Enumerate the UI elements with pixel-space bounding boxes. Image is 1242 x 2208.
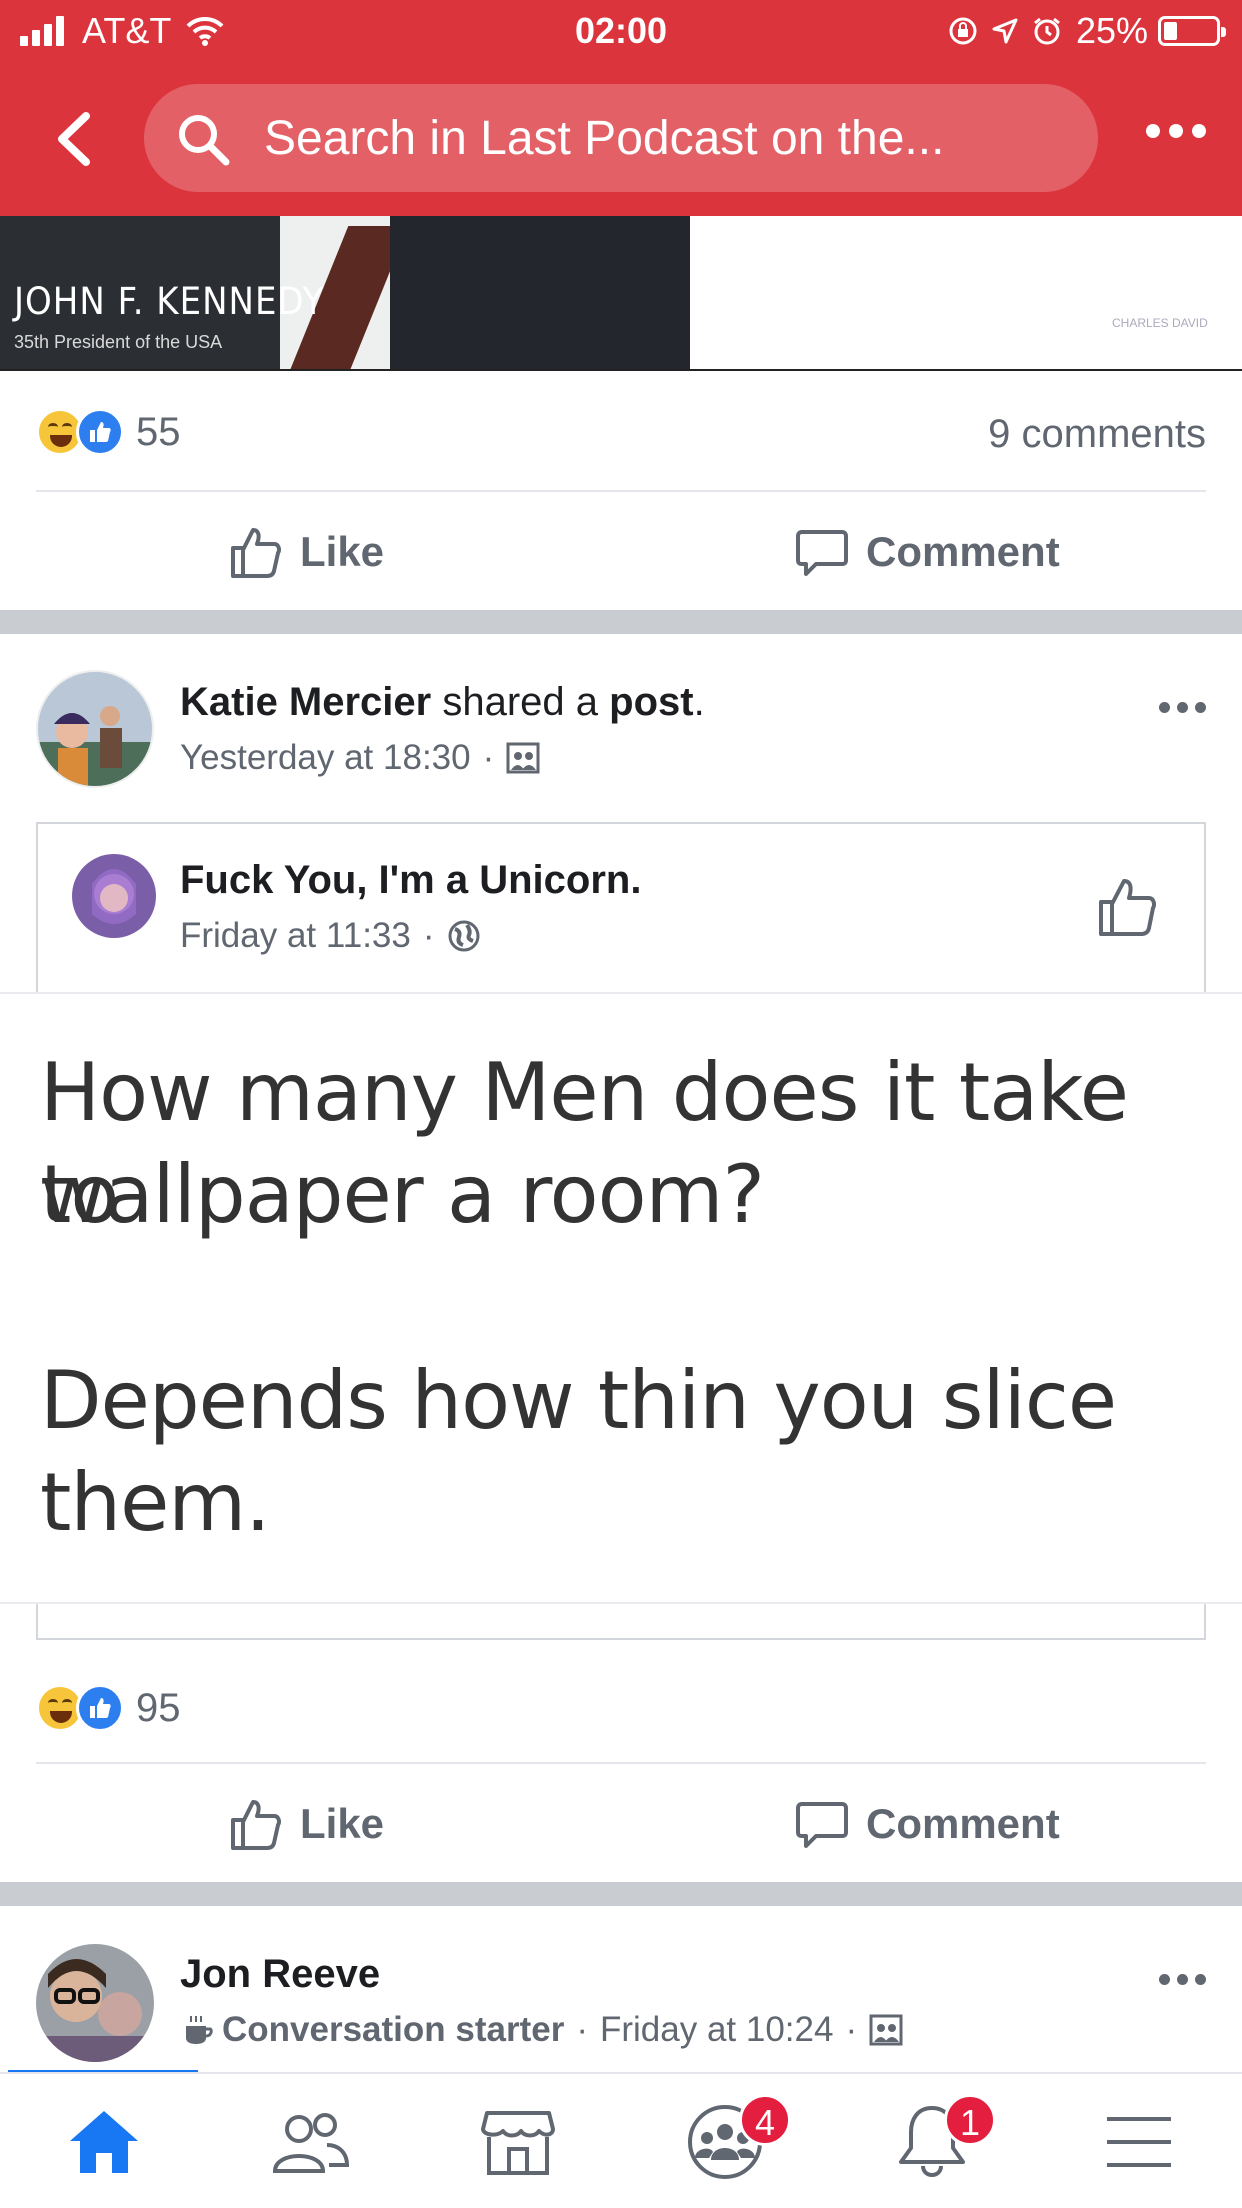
meta-separator: · — [576, 2010, 588, 2049]
home-icon — [69, 2111, 138, 2173]
avatar-katie-mercier[interactable] — [36, 670, 154, 788]
tab-marketplace[interactable] — [414, 2074, 621, 2208]
comment-label: Comment — [866, 1800, 1060, 1847]
divider — [36, 1762, 1206, 1764]
meta-separator: · — [845, 2010, 858, 2049]
friends-icon — [272, 2113, 349, 2173]
top-header: AT&T 02:00 25% — [0, 0, 1242, 216]
comment-label: Comment — [866, 528, 1060, 575]
original-page-label: Fuck You, I'm a Unicorn. — [180, 858, 642, 902]
search-bar[interactable] — [144, 84, 1098, 192]
coffee-cup-icon — [186, 2016, 213, 2044]
comment-bubble-icon — [796, 530, 848, 576]
thumbs-up-icon — [231, 1800, 281, 1850]
marketplace-icon — [480, 2111, 555, 2175]
post-meta: Conversation starter · Friday at 10:24 · — [180, 2010, 903, 2050]
thumbs-up-icon — [231, 528, 281, 578]
post-author-line: Jon Reeve — [180, 1952, 380, 1997]
original-page-name[interactable]: Fuck You, I'm a Unicorn. — [180, 858, 641, 903]
like-page-icon[interactable] — [1096, 876, 1160, 938]
original-post-meta: Friday at 11:33 · — [180, 916, 481, 956]
like-button[interactable]: Like — [228, 502, 384, 602]
quote-line-4: them. — [40, 1456, 271, 1549]
back-chevron-icon[interactable] — [44, 104, 104, 174]
search-icon — [179, 115, 230, 166]
reaction-count: 95 — [136, 1685, 181, 1730]
comments-count[interactable]: 9 comments — [988, 412, 1206, 457]
shared-post-link[interactable]: post — [609, 680, 693, 724]
image-caption-title: JOHN F. KENNEDY — [14, 280, 325, 324]
battery-icon — [1158, 16, 1226, 46]
alarm-icon — [1032, 16, 1062, 46]
more-options-icon[interactable] — [1137, 124, 1206, 138]
group-audience-icon — [506, 742, 540, 774]
like-label: Like — [300, 528, 385, 575]
period: . — [693, 680, 705, 724]
post-timestamp[interactable]: Yesterday at 18:30 — [180, 738, 471, 778]
post-image[interactable]: JOHN F. KENNEDY 35th President of the US… — [0, 216, 1242, 371]
reactions-summary[interactable]: 55 9 comments — [36, 400, 1206, 460]
image-credit: CHARLES DAVID — [1112, 316, 1208, 330]
meta-separator: · — [482, 738, 495, 777]
post-actions: Like Comment — [0, 502, 1242, 602]
comment-button[interactable]: Comment — [794, 1774, 1060, 1874]
like-button[interactable]: Like — [228, 1774, 384, 1874]
avatar-unicorn-page[interactable] — [72, 854, 156, 938]
divider — [36, 490, 1206, 492]
like-label: Like — [300, 1800, 385, 1847]
like-reaction-icon — [76, 408, 124, 456]
group-audience-icon — [869, 2014, 903, 2046]
groups-badge: 4 — [739, 2094, 791, 2146]
post-meta: Yesterday at 18:30 · — [180, 738, 540, 778]
original-timestamp[interactable]: Friday at 11:33 — [180, 916, 411, 956]
comment-bubble-icon — [796, 1802, 848, 1848]
bottom-tab-bar: 4 1 — [0, 2072, 1242, 2208]
quote-line-3: Depends how thin you slice — [40, 1354, 1117, 1447]
search-input[interactable] — [264, 102, 1064, 174]
notifications-badge: 1 — [944, 2094, 996, 2146]
post-quote-image[interactable]: How many Men does it take to wallpaper a… — [0, 992, 1242, 1604]
tab-groups[interactable]: 4 — [621, 2074, 828, 2208]
conversation-starter-badge: Conversation starter — [222, 2010, 565, 2049]
battery-percent: 25% — [1075, 10, 1148, 51]
tab-menu[interactable] — [1035, 2074, 1242, 2208]
post-options-icon[interactable] — [1152, 1974, 1206, 1985]
location-icon — [992, 18, 1018, 44]
hamburger-menu-icon — [1106, 2117, 1171, 2167]
status-bar: AT&T 02:00 25% — [0, 0, 1242, 62]
reactions-summary[interactable]: 95 — [36, 1676, 1206, 1736]
tab-friends[interactable] — [207, 2074, 414, 2208]
image-caption-subtitle: 35th President of the USA — [14, 332, 223, 352]
author-name-katie[interactable]: Katie Mercier — [180, 680, 431, 724]
tab-home[interactable] — [0, 2074, 207, 2208]
reaction-count: 55 — [136, 409, 181, 454]
shared-text: shared a — [442, 680, 599, 724]
tab-notifications[interactable]: 1 — [828, 2074, 1035, 2208]
feed-separator — [0, 1882, 1242, 1906]
avatar-jon-reeve[interactable] — [36, 1944, 154, 2062]
orientation-lock-icon — [948, 16, 978, 46]
post-author-line: Katie Mercier shared a post. — [180, 680, 705, 725]
like-reaction-icon — [76, 1684, 124, 1732]
author-name-jon[interactable]: Jon Reeve — [180, 1952, 380, 1996]
post-timestamp[interactable]: Friday at 10:24 — [600, 2010, 833, 2050]
post-actions: Like Comment — [0, 1774, 1242, 1874]
feed-separator — [0, 610, 1242, 634]
globe-icon — [448, 920, 480, 952]
meta-separator: · — [422, 916, 435, 955]
quote-line-2: wallpaper a room? — [40, 1148, 765, 1241]
comment-button[interactable]: Comment — [794, 502, 1060, 602]
post-options-icon[interactable] — [1152, 702, 1206, 713]
